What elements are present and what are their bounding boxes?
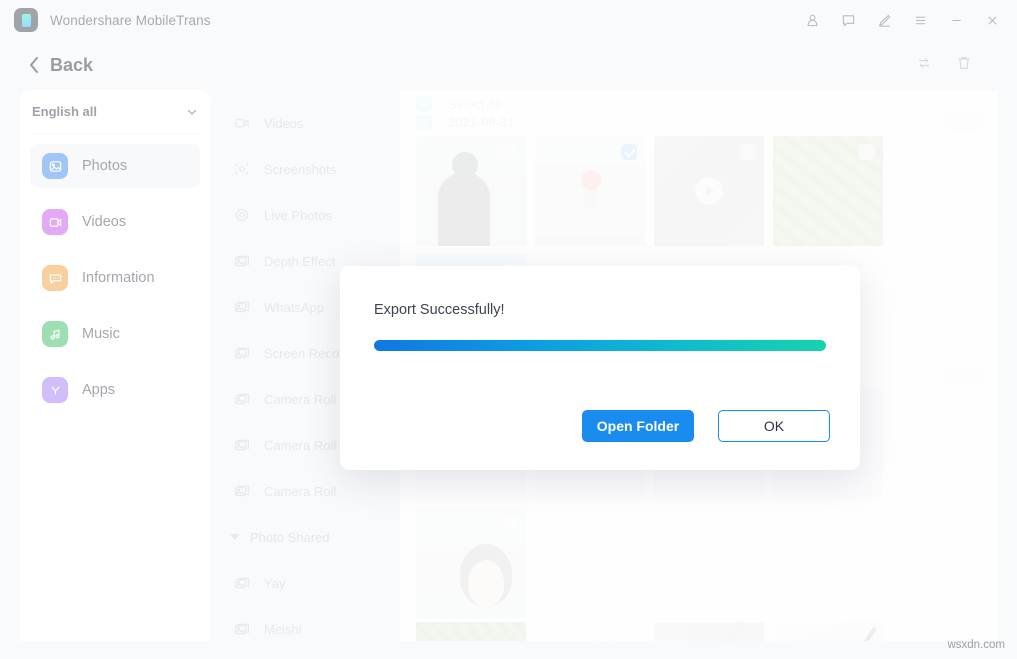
progress-bar [374,340,826,351]
watermark: wsxdn.com [947,639,1005,651]
dialog-title: Export Successfully! [374,302,826,318]
dialog-buttons: Open Folder OK [582,410,830,442]
export-success-dialog: Export Successfully! Open Folder OK [340,266,860,470]
open-folder-button[interactable]: Open Folder [582,410,694,442]
ok-button[interactable]: OK [718,410,830,442]
app-window: Wondershare MobileTrans [0,0,1017,659]
